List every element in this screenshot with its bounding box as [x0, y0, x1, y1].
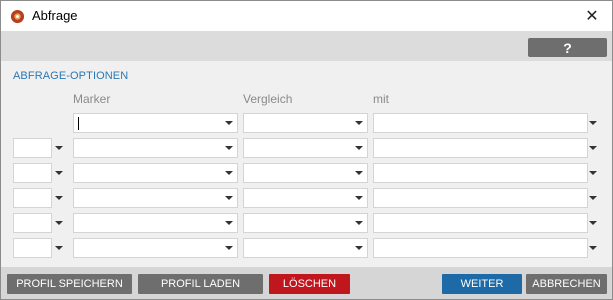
dropdown-arrow-icon[interactable]: [589, 221, 597, 225]
dropdown-arrow-icon[interactable]: [355, 121, 363, 125]
load-profile-button[interactable]: PROFIL LADEN: [138, 274, 263, 294]
connector-select-row-4[interactable]: [13, 188, 52, 208]
dropdown-arrow-icon[interactable]: [225, 121, 233, 125]
vergleich-select-row-2[interactable]: [243, 138, 368, 158]
close-button[interactable]: ✕: [572, 1, 612, 31]
column-header-vergleich: Vergleich: [243, 92, 293, 106]
dropdown-arrow-icon[interactable]: [589, 171, 597, 175]
marker-select-row-1[interactable]: [73, 113, 238, 133]
dropdown-arrow-icon[interactable]: [355, 171, 363, 175]
mit-select-row-6[interactable]: [373, 238, 588, 258]
dropdown-arrow-icon[interactable]: [55, 146, 63, 150]
dropdown-arrow-icon[interactable]: [55, 196, 63, 200]
vergleich-select-row-1[interactable]: [243, 113, 368, 133]
footer-bar: PROFIL SPEICHERN PROFIL LADEN LÖSCHEN WE…: [1, 267, 612, 299]
dropdown-arrow-icon[interactable]: [225, 221, 233, 225]
help-button[interactable]: ?: [528, 38, 607, 57]
connector-select-row-5[interactable]: [13, 213, 52, 233]
column-header-mit: mit: [373, 92, 389, 106]
next-button[interactable]: WEITER: [442, 274, 522, 294]
title-bar: Abfrage ✕: [1, 1, 612, 31]
marker-select-row-2[interactable]: [73, 138, 238, 158]
abfrage-dialog: Abfrage ✕ ? ABFRAGE-OPTIONEN Marker Verg…: [0, 0, 613, 300]
marker-select-row-5[interactable]: [73, 213, 238, 233]
mit-select-row-3[interactable]: [373, 163, 588, 183]
mit-select-row-1[interactable]: [373, 113, 588, 133]
dropdown-arrow-icon[interactable]: [55, 171, 63, 175]
vergleich-select-row-6[interactable]: [243, 238, 368, 258]
vergleich-select-row-4[interactable]: [243, 188, 368, 208]
dropdown-arrow-icon[interactable]: [55, 221, 63, 225]
marker-select-row-4[interactable]: [73, 188, 238, 208]
window-title: Abfrage: [32, 8, 78, 23]
dropdown-arrow-icon[interactable]: [589, 121, 597, 125]
dropdown-arrow-icon[interactable]: [55, 246, 63, 250]
dropdown-arrow-icon[interactable]: [225, 171, 233, 175]
dropdown-arrow-icon[interactable]: [355, 196, 363, 200]
column-header-marker: Marker: [73, 92, 111, 106]
toolbar: ?: [1, 31, 612, 61]
vergleich-select-row-5[interactable]: [243, 213, 368, 233]
connector-select-row-6[interactable]: [13, 238, 52, 258]
vergleich-select-row-3[interactable]: [243, 163, 368, 183]
text-cursor: [78, 117, 79, 130]
app-gear-icon: [10, 9, 25, 24]
marker-select-row-6[interactable]: [73, 238, 238, 258]
dropdown-arrow-icon[interactable]: [589, 146, 597, 150]
dropdown-arrow-icon[interactable]: [589, 196, 597, 200]
cancel-button[interactable]: ABBRECHEN: [526, 274, 607, 294]
dropdown-arrow-icon[interactable]: [589, 246, 597, 250]
mit-select-row-4[interactable]: [373, 188, 588, 208]
dropdown-arrow-icon[interactable]: [355, 146, 363, 150]
dropdown-arrow-icon[interactable]: [225, 246, 233, 250]
save-profile-button[interactable]: PROFIL SPEICHERN: [7, 274, 132, 294]
dropdown-arrow-icon[interactable]: [355, 246, 363, 250]
delete-button[interactable]: LÖSCHEN: [269, 274, 350, 294]
dropdown-arrow-icon[interactable]: [225, 146, 233, 150]
mit-select-row-2[interactable]: [373, 138, 588, 158]
connector-select-row-3[interactable]: [13, 163, 52, 183]
section-title: ABFRAGE-OPTIONEN: [13, 70, 129, 82]
mit-select-row-5[interactable]: [373, 213, 588, 233]
marker-select-row-3[interactable]: [73, 163, 238, 183]
connector-select-row-2[interactable]: [13, 138, 52, 158]
dropdown-arrow-icon[interactable]: [225, 196, 233, 200]
dropdown-arrow-icon[interactable]: [355, 221, 363, 225]
